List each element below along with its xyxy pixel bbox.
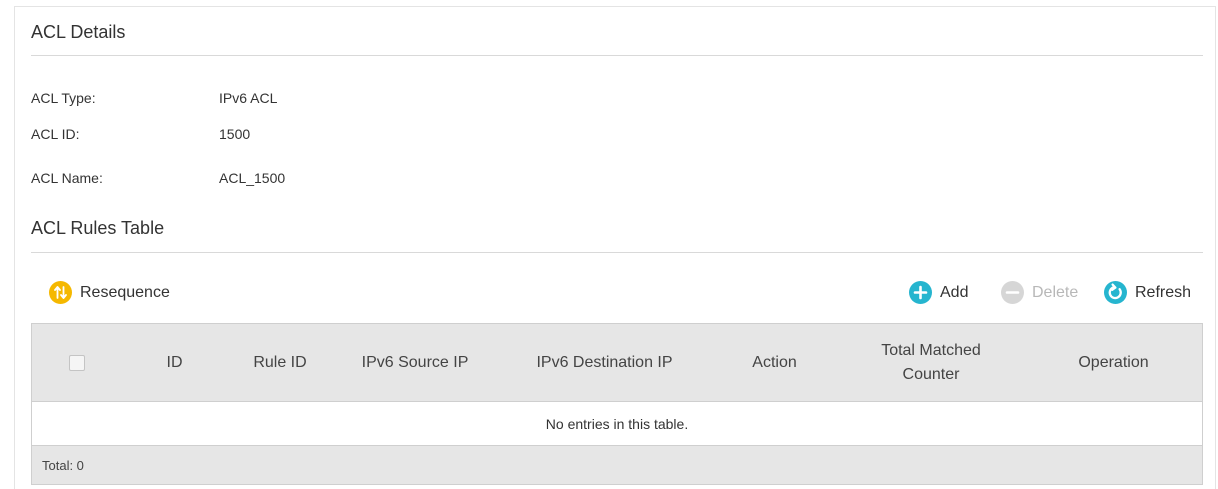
- acl-id-value: 1500: [219, 126, 251, 142]
- acl-details-panel: ACL Details ACL Type: IPv6 ACL ACL ID: 1…: [14, 6, 1216, 489]
- column-header-id[interactable]: ID: [122, 351, 227, 375]
- acl-type-value: IPv6 ACL: [219, 90, 278, 106]
- add-button[interactable]: Add: [909, 281, 968, 304]
- refresh-label: Refresh: [1135, 283, 1192, 301]
- details-divider: [31, 55, 1203, 56]
- resequence-button[interactable]: Resequence: [49, 281, 170, 304]
- acl-id-label: ACL ID:: [31, 126, 80, 142]
- resequence-label: Resequence: [80, 283, 170, 301]
- delete-button[interactable]: Delete: [1001, 281, 1078, 304]
- acl-details-title: ACL Details: [31, 22, 126, 42]
- refresh-icon: [1104, 281, 1127, 304]
- column-header-destination-ip[interactable]: IPv6 Destination IP: [497, 351, 712, 375]
- column-header-rule-id[interactable]: Rule ID: [227, 351, 333, 375]
- plus-circle-icon: [909, 281, 932, 304]
- acl-type-label: ACL Type:: [31, 90, 96, 106]
- acl-rules-table: ID Rule ID IPv6 Source IP IPv6 Destinati…: [31, 323, 1203, 485]
- empty-table-message: No entries in this table.: [32, 402, 1202, 446]
- column-header-operation[interactable]: Operation: [1025, 351, 1202, 375]
- table-header: ID Rule ID IPv6 Source IP IPv6 Destinati…: [32, 324, 1202, 402]
- select-all-checkbox[interactable]: [69, 354, 85, 371]
- minus-circle-icon: [1001, 281, 1024, 304]
- acl-rules-title: ACL Rules Table: [31, 218, 165, 238]
- acl-name-value: ACL_1500: [219, 170, 286, 186]
- resequence-icon: [49, 281, 72, 304]
- counter-label: Counter: [902, 365, 960, 383]
- column-header-total-matched-counter[interactable]: Total Matched Counter: [837, 339, 1025, 387]
- rules-divider: [31, 252, 1203, 253]
- column-header-action[interactable]: Action: [712, 351, 837, 375]
- refresh-button[interactable]: Refresh: [1104, 281, 1191, 304]
- table-total: Total: 0: [32, 446, 1202, 484]
- column-header-source-ip[interactable]: IPv6 Source IP: [333, 351, 497, 375]
- acl-name-label: ACL Name:: [31, 170, 103, 186]
- total-matched-label: Total Matched: [881, 341, 981, 359]
- select-all-cell: [32, 354, 122, 371]
- add-label: Add: [940, 283, 969, 301]
- delete-label: Delete: [1032, 283, 1079, 301]
